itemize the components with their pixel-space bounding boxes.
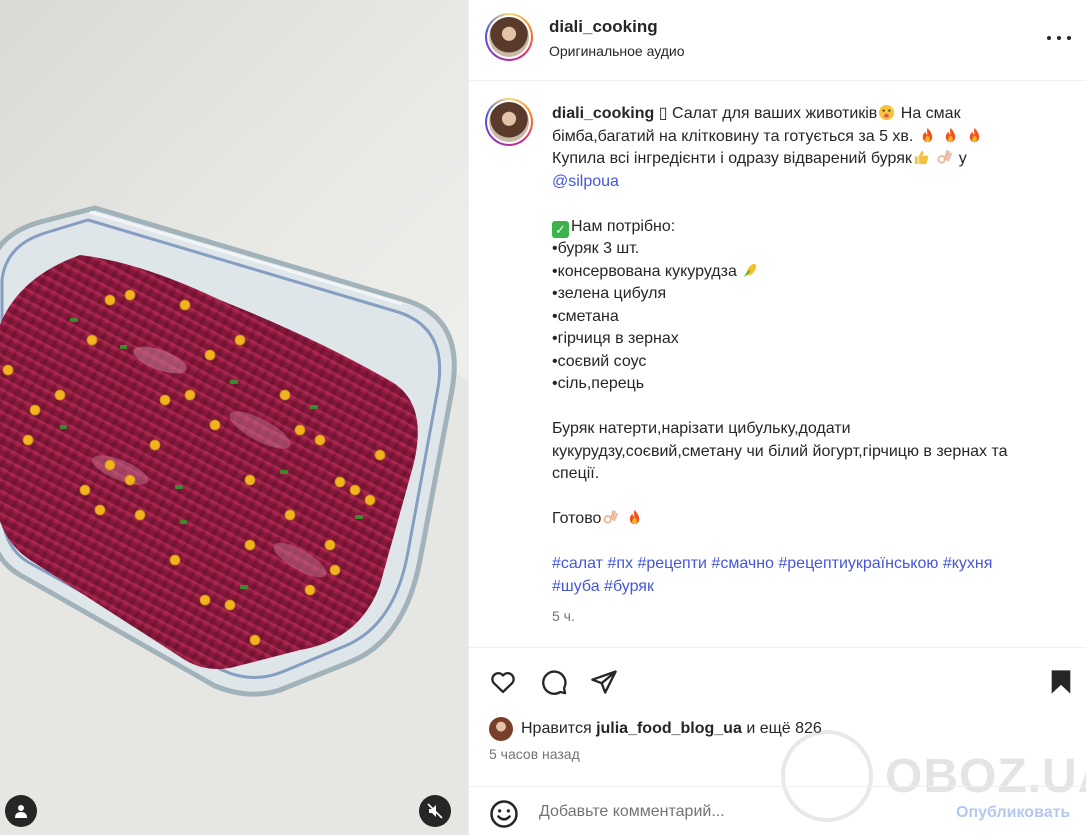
caption-time[interactable]: 5 ч. [552, 608, 575, 624]
caption-avatar[interactable] [485, 98, 533, 146]
ok-hand-icon [603, 509, 619, 524]
post-media[interactable] [0, 0, 468, 835]
comment-icon[interactable] [540, 668, 568, 696]
method-line: спеції. [552, 465, 600, 482]
action-bar [469, 660, 1086, 700]
heart-icon[interactable] [489, 668, 517, 696]
more-icon[interactable] [1047, 28, 1071, 48]
caption-text: diali_cooking ▯ Салат для ваших животикі… [552, 103, 1062, 598]
caption-line: у [958, 150, 967, 167]
post-details: diali_cooking Оригинальное аудио diali_c… [468, 0, 1086, 835]
hashtags[interactable]: #салат #пх #рецепти #смачно #рецептиукра… [552, 555, 992, 572]
fire-icon [946, 127, 956, 142]
check-mark-icon: ✓ [552, 220, 569, 238]
caption-line: На смак [900, 105, 961, 122]
liker-avatar[interactable] [489, 717, 513, 741]
likes-summary[interactable]: Нравится julia_food_blog_ua и ещё 826 [489, 716, 822, 742]
caption-line: бімба,багатий на клітковину та готується… [552, 127, 914, 145]
post-header: diali_cooking Оригинальное аудио [469, 0, 1086, 81]
ingredient-item: •гірчиця в зернах [552, 330, 679, 347]
ingredient-item: •сметана [552, 307, 619, 325]
thumbs-up-icon [914, 150, 929, 165]
likes-prefix: Нравится [521, 720, 592, 737]
tagged-users-button[interactable] [5, 795, 37, 827]
audio-label[interactable]: Оригинальное аудио [549, 43, 685, 59]
ingredient-item: •соєвий соус [552, 352, 647, 370]
mute-icon [427, 803, 443, 819]
ready-text: Готово [552, 510, 602, 527]
caption-area: diali_cooking ▯ Салат для ваших животикі… [469, 82, 1086, 648]
mute-button[interactable] [419, 795, 451, 827]
bookmark-icon[interactable] [1047, 668, 1075, 696]
header-username[interactable]: diali_cooking [549, 17, 658, 37]
square-glyph: ▯ [658, 105, 668, 122]
fire-icon [969, 127, 979, 142]
ingredients-title: Нам потрібно: [571, 217, 676, 235]
corn-icon [744, 263, 757, 277]
method-line: Буряк натерти,нарізати цибульку,додати [552, 420, 851, 437]
salad-photo [0, 205, 468, 835]
comment-input[interactable] [539, 803, 939, 821]
ok-hand-icon [937, 149, 953, 164]
method-line: кукурудзу,соєвий,сметану чи білий йогурт… [552, 442, 1008, 460]
ingredient-item: •буряк 3 шт. [552, 240, 640, 257]
hashtags[interactable]: #шуба #буряк [552, 578, 654, 595]
publish-button[interactable]: Опубликовать [956, 804, 1070, 822]
caption-line: Салат для ваших животиків [671, 105, 878, 122]
post-time[interactable]: 5 часов назад [489, 746, 580, 762]
fire-icon [922, 127, 933, 142]
send-icon[interactable] [590, 668, 618, 696]
caption-line: Купила всі інгредієнти і одразу відварен… [552, 150, 912, 167]
avatar[interactable] [485, 13, 533, 61]
liker-username[interactable]: julia_food_blog_ua [596, 720, 742, 738]
caption-username[interactable]: diali_cooking [552, 105, 654, 122]
mention-link[interactable]: @silpoua [552, 173, 619, 190]
shush-face-icon [879, 104, 895, 121]
user-icon [15, 805, 27, 818]
ingredient-item: •сіль,перець [552, 375, 645, 392]
ingredient-item: •зелена цибуля [552, 285, 667, 302]
smile-icon[interactable] [489, 799, 519, 829]
comment-bar: Опубликовать [469, 786, 1086, 835]
ingredient-item: •консервована кукурудза [552, 262, 737, 280]
fire-icon [629, 509, 640, 525]
